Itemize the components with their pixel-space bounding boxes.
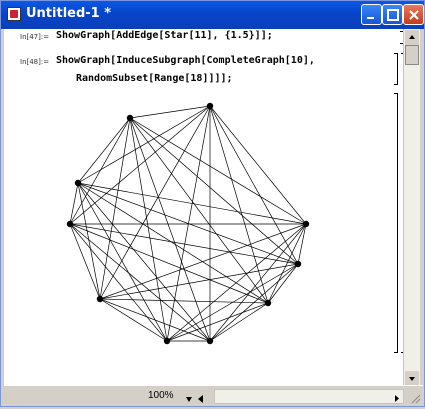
graph-vertex — [206, 337, 214, 345]
arrow-down-icon — [186, 397, 192, 402]
graph-vertex — [163, 337, 171, 345]
graph-vertex — [96, 295, 104, 303]
output-bracket[interactable] — [394, 93, 398, 353]
graph-edge — [77, 182, 101, 300]
input-label: In[47]:= — [20, 33, 50, 41]
graph-edge — [209, 105, 299, 265]
vertical-scrollbar[interactable] — [403, 29, 420, 387]
graph-edge — [69, 223, 101, 300]
close-button[interactable] — [403, 4, 424, 25]
window-title: Untitled-1 * — [26, 6, 112, 21]
status-bar: 100% — [4, 385, 423, 406]
graph-edge — [77, 182, 299, 265]
graph-edge — [99, 298, 211, 342]
graph-vertex — [294, 260, 302, 268]
scroll-thumb[interactable] — [405, 45, 419, 65]
input-code-line[interactable]: ShowGraph[AddEdge[Star[11], {1.5}]]; — [56, 30, 273, 41]
title-bar[interactable]: Untitled-1 * — [1, 1, 424, 29]
close-icon — [409, 10, 419, 20]
graph-vertex — [126, 114, 134, 122]
graph-edge — [166, 302, 269, 342]
graph-edge — [69, 223, 168, 342]
arrow-down-icon — [409, 377, 415, 381]
graph-edges — [69, 105, 307, 342]
graph-edge — [209, 105, 307, 225]
graph-edge — [77, 105, 211, 184]
input-code-line[interactable]: ShowGraph[InduceSubgraph[CompleteGraph[1… — [56, 55, 315, 66]
scroll-up-button[interactable] — [405, 30, 419, 45]
resize-grip-icon[interactable] — [409, 392, 421, 404]
scroll-down-button[interactable] — [405, 371, 419, 386]
minimize-icon — [367, 17, 374, 19]
input-label: In[48]:= — [20, 58, 50, 66]
horizontal-scrollbar[interactable] — [214, 389, 404, 404]
graph-edge — [69, 223, 299, 265]
hscroll-arrows — [395, 395, 399, 402]
graph-edge — [209, 302, 269, 342]
graph-edge — [209, 105, 269, 304]
cell-bracket[interactable] — [394, 53, 398, 85]
notebook-content[interactable]: In[47]:= ShowGraph[AddEdge[Star[11], {1.… — [4, 29, 420, 387]
maximize-icon — [387, 9, 399, 21]
input-code-line[interactable]: RandomSubset[Range[18]]]]; — [76, 73, 233, 84]
graph-edge — [77, 182, 211, 342]
graph-vertex — [264, 299, 272, 307]
zoom-level: 100% — [148, 390, 174, 401]
arrow-up-icon — [409, 35, 415, 39]
graph-edge — [77, 117, 131, 184]
graph-vertex — [74, 179, 82, 187]
arrow-left-icon — [198, 395, 203, 403]
graph-edge — [209, 263, 299, 342]
notebook-window: Untitled-1 * In[47]:= ShowGraph[AddEdge[… — [0, 0, 425, 407]
graph-vertex — [302, 220, 310, 228]
zoom-decrease-button[interactable] — [184, 390, 194, 402]
maximize-button[interactable] — [382, 4, 403, 25]
graph-edge — [267, 263, 299, 304]
graph-edge — [129, 117, 299, 265]
mathematica-notebook-icon[interactable] — [7, 7, 21, 21]
minimize-button[interactable] — [361, 4, 382, 25]
zoom-increase-button[interactable] — [196, 390, 206, 403]
graph-vertex — [66, 220, 74, 228]
graph-vertex — [206, 102, 214, 110]
graph-plot — [66, 102, 310, 345]
graph-edge — [77, 182, 269, 304]
graph-edge — [99, 298, 168, 342]
